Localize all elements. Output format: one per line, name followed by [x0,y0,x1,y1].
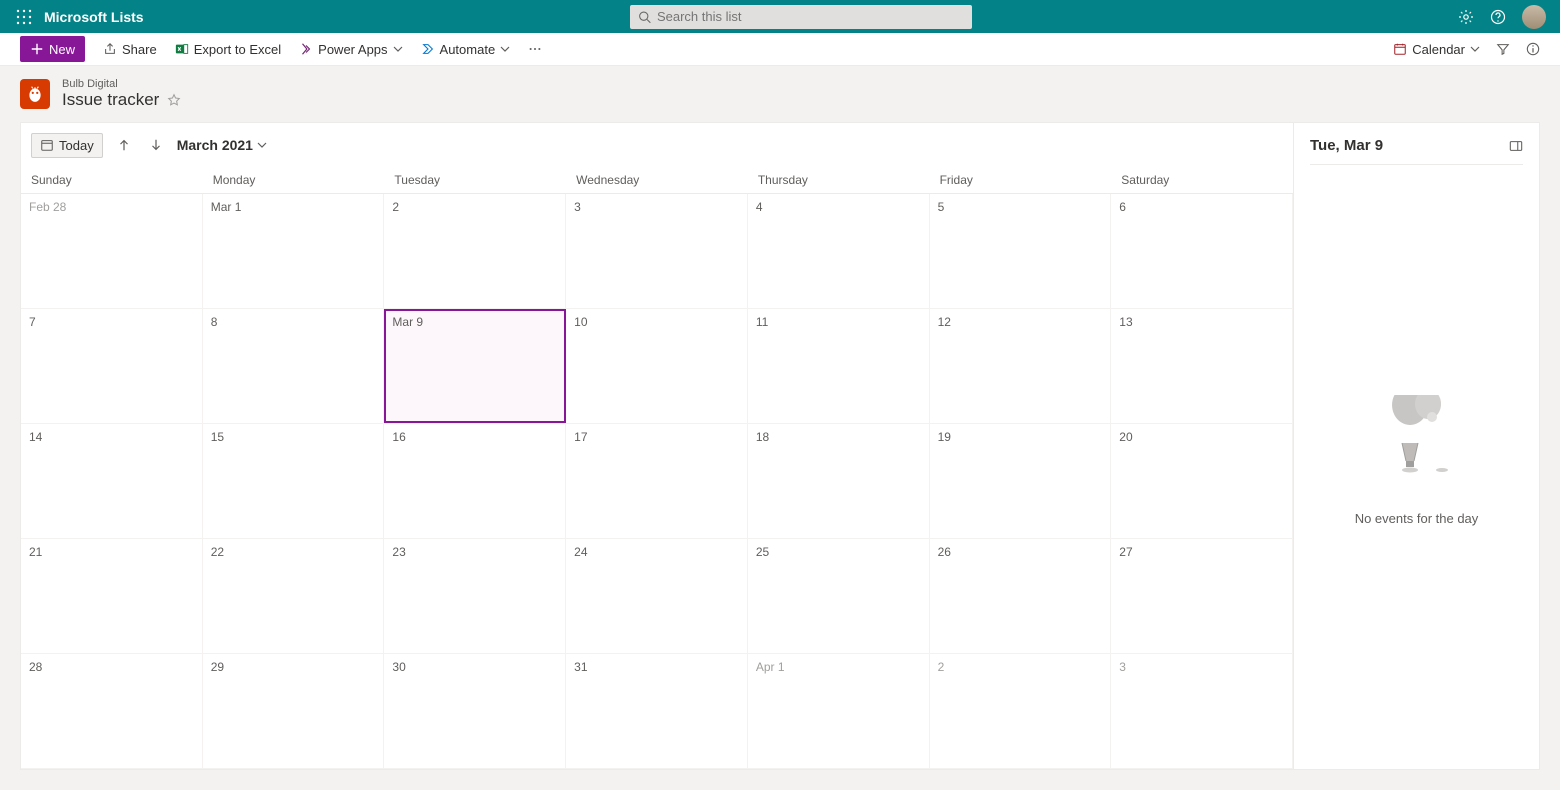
calendar-day[interactable]: 12 [930,309,1112,423]
prev-month-button[interactable] [113,134,135,156]
calendar-day[interactable]: 21 [21,539,203,653]
calendar-day[interactable]: 2 [930,654,1112,768]
new-button[interactable]: New [20,36,85,62]
excel-icon [175,42,189,56]
calendar-day[interactable]: 7 [21,309,203,423]
calendar-day[interactable]: 25 [748,539,930,653]
selected-date-heading: Tue, Mar 9 [1310,137,1383,154]
info-icon[interactable] [1526,42,1540,56]
calendar-day[interactable]: 16 [384,424,566,538]
profile-avatar[interactable] [1522,5,1546,29]
calendar-day[interactable]: 23 [384,539,566,653]
powerapps-icon [299,42,313,56]
share-button[interactable]: Share [103,42,157,57]
calendar-day[interactable]: 15 [203,424,385,538]
arrow-down-icon [149,138,163,152]
chevron-down-icon [257,140,267,150]
calendar-day[interactable]: Apr 1 [748,654,930,768]
calendar-day[interactable]: Mar 9 [384,309,566,423]
calendar-day[interactable]: Feb 28 [21,194,203,308]
next-month-button[interactable] [145,134,167,156]
calendar-day[interactable]: 13 [1111,309,1293,423]
calendar-day[interactable]: 6 [1111,194,1293,308]
automate-button[interactable]: Automate [421,42,511,57]
automate-label: Automate [440,42,496,57]
share-icon [103,42,117,56]
weekday-header: Sunday [21,167,203,193]
export-label: Export to Excel [194,42,281,57]
filter-icon[interactable] [1496,42,1510,56]
weekday-header: Thursday [748,167,930,193]
app-launcher-icon[interactable] [10,9,38,25]
new-label: New [49,42,75,57]
search-field[interactable] [657,9,964,24]
calendar-day[interactable]: 10 [566,309,748,423]
plus-icon [30,42,44,56]
chevron-down-icon [1470,44,1480,54]
share-label: Share [122,42,157,57]
calendar-day[interactable]: 4 [748,194,930,308]
calendar-icon [1393,42,1407,56]
calendar-day[interactable]: 27 [1111,539,1293,653]
export-button[interactable]: Export to Excel [175,42,281,57]
calendar-day[interactable]: 19 [930,424,1112,538]
powerapps-button[interactable]: Power Apps [299,42,402,57]
list-title: Issue tracker [62,90,159,110]
help-icon[interactable] [1490,9,1506,25]
calendar-day[interactable]: 26 [930,539,1112,653]
collapse-panel-icon[interactable] [1509,139,1523,153]
automate-icon [421,42,435,56]
favorite-star-icon[interactable] [167,93,181,107]
today-label: Today [59,138,94,153]
calendar-day[interactable]: 11 [748,309,930,423]
empty-state-balloon-icon [1372,395,1462,495]
weekday-header: Wednesday [566,167,748,193]
calendar-day[interactable]: 30 [384,654,566,768]
powerapps-label: Power Apps [318,42,387,57]
calendar-day[interactable]: Mar 1 [203,194,385,308]
search-input[interactable] [630,5,972,29]
calendar-day[interactable]: 28 [21,654,203,768]
calendar-today-icon [40,138,54,152]
month-picker[interactable]: March 2021 [177,137,267,153]
calendar-day[interactable]: 20 [1111,424,1293,538]
calendar-day[interactable]: 22 [203,539,385,653]
view-button[interactable]: Calendar [1393,42,1480,57]
calendar-day[interactable]: 3 [566,194,748,308]
calendar-day[interactable]: 18 [748,424,930,538]
calendar-day[interactable]: 2 [384,194,566,308]
calendar-day[interactable]: 8 [203,309,385,423]
empty-state-text: No events for the day [1355,511,1479,526]
view-label: Calendar [1412,42,1465,57]
weekday-header: Tuesday [384,167,566,193]
chevron-down-icon [500,44,510,54]
month-label-text: March 2021 [177,137,253,153]
calendar-day[interactable]: 24 [566,539,748,653]
app-name[interactable]: Microsoft Lists [44,9,144,25]
site-name[interactable]: Bulb Digital [62,78,181,90]
list-icon [20,79,50,109]
ellipsis-icon [528,42,542,56]
search-icon [638,10,651,24]
calendar-day[interactable]: 17 [566,424,748,538]
weekday-header: Saturday [1111,167,1293,193]
weekday-header: Monday [203,167,385,193]
more-button[interactable] [528,42,542,56]
calendar-day[interactable]: 3 [1111,654,1293,768]
weekday-header: Friday [930,167,1112,193]
arrow-up-icon [117,138,131,152]
today-button[interactable]: Today [31,133,103,158]
calendar-day[interactable]: 14 [21,424,203,538]
calendar-day[interactable]: 31 [566,654,748,768]
chevron-down-icon [393,44,403,54]
calendar-day[interactable]: 29 [203,654,385,768]
calendar-day[interactable]: 5 [930,194,1112,308]
settings-icon[interactable] [1458,9,1474,25]
